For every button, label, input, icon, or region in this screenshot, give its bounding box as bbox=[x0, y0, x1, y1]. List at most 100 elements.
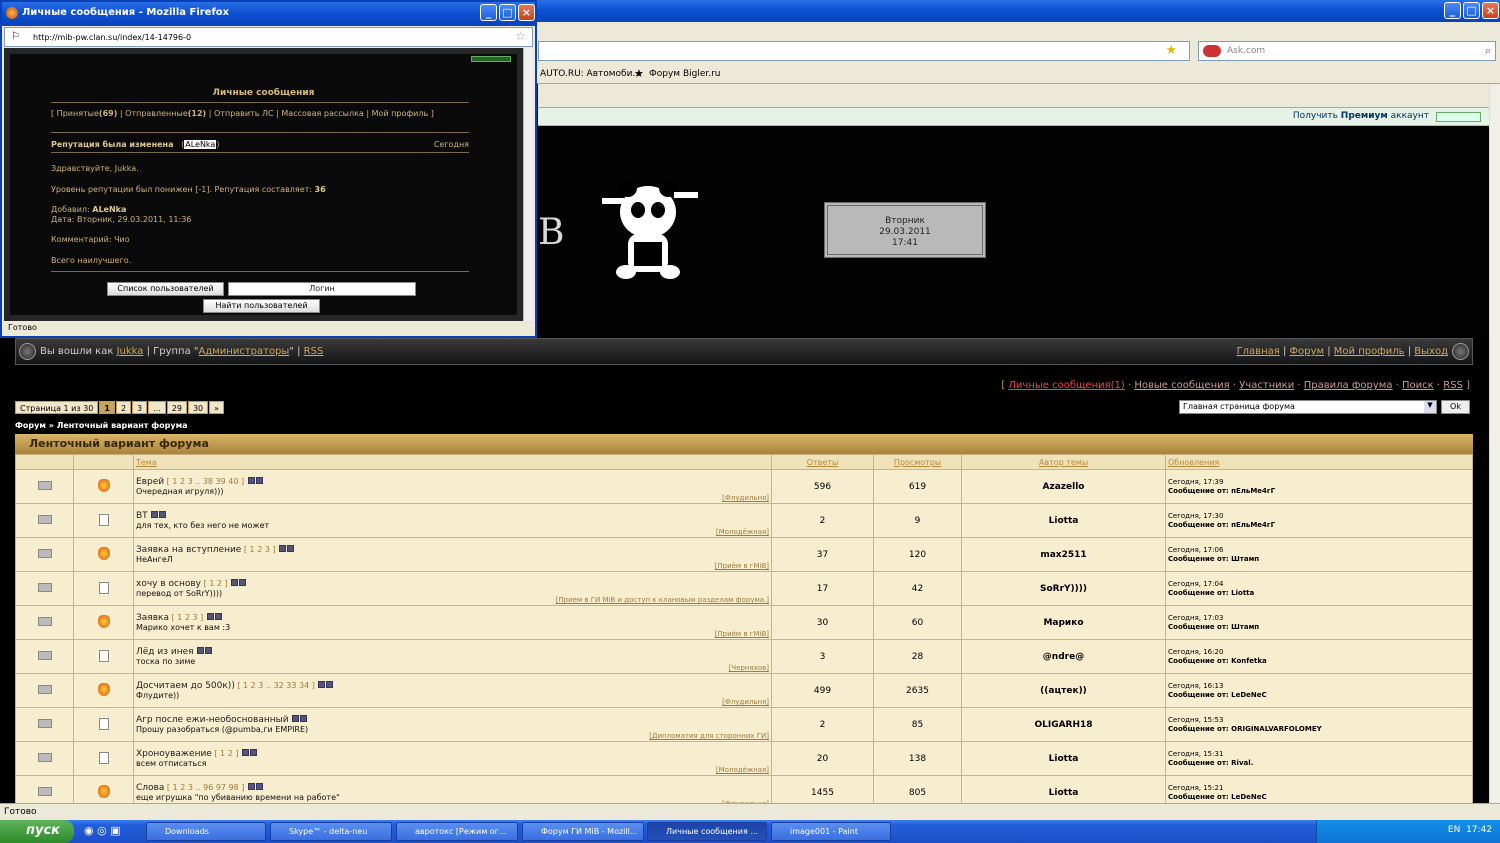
col-topic[interactable]: Тема bbox=[133, 454, 772, 470]
mail-icon[interactable] bbox=[37, 685, 52, 694]
mini-action-icon[interactable] bbox=[214, 613, 222, 620]
user-list-button[interactable]: Список пользователей bbox=[107, 282, 224, 296]
popup-address-bar[interactable]: ⚐ http://mib-pw.clan.su/index/14-14796-0… bbox=[4, 27, 533, 47]
chevron-down-icon[interactable]: ▼ bbox=[1424, 401, 1436, 413]
taskbar-task[interactable]: Личные сообщения ... bbox=[647, 822, 767, 841]
bookmark-autoru[interactable]: AUTO.RU: Автомоби... bbox=[540, 69, 641, 79]
topic-pages[interactable]: [ 1 2 ] bbox=[214, 749, 238, 758]
group-link[interactable]: Администраторы bbox=[198, 346, 289, 357]
members-link[interactable]: Участники bbox=[1239, 380, 1294, 391]
forum-link[interactable]: Форум bbox=[1290, 346, 1325, 357]
premium-slider[interactable] bbox=[1436, 112, 1481, 122]
mini-action-icon[interactable] bbox=[206, 613, 214, 620]
topic-title[interactable]: Заявка bbox=[136, 613, 169, 623]
mail-icon[interactable] bbox=[37, 719, 52, 728]
pm-added-user[interactable]: ALeNka bbox=[92, 205, 126, 214]
page-link[interactable]: 29 bbox=[166, 401, 187, 414]
mail-icon[interactable] bbox=[37, 549, 52, 558]
author-cell[interactable]: Liotta bbox=[961, 741, 1166, 776]
topic-subforum[interactable]: [Флудильня] bbox=[722, 494, 769, 502]
topic-pages[interactable]: [ 1 2 3 ] bbox=[244, 545, 276, 554]
sent-link[interactable]: Отправленные(12) bbox=[125, 109, 206, 118]
topic-pages[interactable]: [ 1 2 3 .. 96 97 98 ] bbox=[167, 783, 244, 792]
pm-sender[interactable]: ALeNka bbox=[184, 140, 217, 149]
page-scrollbar[interactable] bbox=[1489, 85, 1500, 803]
mini-action-icon[interactable] bbox=[300, 715, 308, 722]
popup-titlebar[interactable]: Личные сообщения - Mozilla Firefox _ □ × bbox=[2, 2, 535, 26]
mini-action-icon[interactable] bbox=[318, 681, 326, 688]
search-input[interactable]: Ask.com ⌕ bbox=[1198, 41, 1496, 61]
taskbar-task[interactable]: авротокс [Режим ог... bbox=[396, 822, 518, 841]
topic-subforum[interactable]: [Дипломатия для сторонних ГИ] bbox=[649, 732, 769, 740]
new-messages-link[interactable]: Новые сообщения bbox=[1134, 380, 1229, 391]
last-post-author[interactable]: Сообщение от: Штамп bbox=[1168, 623, 1472, 632]
mini-action-icon[interactable] bbox=[159, 511, 167, 518]
mini-action-icon[interactable] bbox=[242, 749, 249, 756]
my-profile-link[interactable]: Мой профиль bbox=[1334, 346, 1405, 357]
mail-icon[interactable] bbox=[37, 753, 52, 762]
bookmark-bigler[interactable]: Форум Bigler.ru bbox=[649, 69, 721, 79]
mini-action-icon[interactable] bbox=[255, 477, 263, 484]
maximize-button[interactable]: □ bbox=[1463, 2, 1480, 19]
topic-title[interactable]: Слова bbox=[136, 783, 164, 793]
mini-action-icon[interactable] bbox=[279, 545, 287, 552]
mini-action-icon[interactable] bbox=[250, 749, 257, 756]
topic-subforum[interactable]: [Молодёжная] bbox=[716, 766, 769, 774]
send-pm-link[interactable]: Отправить ЛС bbox=[214, 109, 274, 118]
topic-pages[interactable]: [ 1 2 3 .. 32 33 34 ] bbox=[237, 681, 314, 690]
author-cell[interactable]: ((ацтек)) bbox=[961, 673, 1166, 708]
find-users-button[interactable]: Найти пользователей bbox=[203, 299, 320, 313]
popup-maximize-button[interactable]: □ bbox=[499, 4, 516, 21]
last-post-author[interactable]: Сообщение от: ORIGINALVARFOLOMEY bbox=[1168, 725, 1472, 734]
author-cell[interactable]: SoRrY)))) bbox=[961, 571, 1166, 606]
mini-action-icon[interactable] bbox=[151, 511, 159, 518]
popup-minimize-button[interactable]: _ bbox=[480, 4, 497, 21]
mini-action-icon[interactable] bbox=[247, 477, 255, 484]
quick-launch-icons[interactable]: ◉ ◎ ▣ bbox=[84, 824, 140, 839]
last-post-author[interactable]: Сообщение от: LeDeNeC bbox=[1168, 793, 1472, 802]
taskbar-task[interactable]: Форум ГИ MiB - Mozill... bbox=[522, 822, 644, 841]
last-post-author[interactable]: Сообщение от: LeDeNeC bbox=[1168, 691, 1472, 700]
pm-profile-link[interactable]: Мой профиль bbox=[372, 109, 429, 118]
author-cell[interactable]: Azazello bbox=[961, 469, 1166, 504]
col-views[interactable]: Просмотры bbox=[873, 454, 962, 470]
start-button[interactable]: пуск bbox=[0, 820, 74, 843]
close-button[interactable]: × bbox=[1482, 2, 1499, 19]
bookmark-star-icon[interactable]: ★ bbox=[1165, 43, 1177, 58]
site-identity-icon[interactable]: ⚐ bbox=[11, 31, 20, 42]
taskbar-task[interactable]: Skype™ - delta-neu bbox=[270, 822, 392, 841]
private-messages-link[interactable]: Личные сообщения(1) bbox=[1008, 380, 1124, 391]
col-updates[interactable]: Обновления bbox=[1165, 454, 1473, 470]
last-post-author[interactable]: Сообщение от: Liotta bbox=[1168, 589, 1472, 598]
mini-action-icon[interactable] bbox=[255, 783, 263, 790]
breadcrumb-root[interactable]: Форум bbox=[15, 421, 46, 430]
search-icon[interactable]: ⌕ bbox=[1485, 44, 1491, 58]
mini-action-icon[interactable] bbox=[247, 783, 255, 790]
last-post-author[interactable]: Сообщение от: Штамп bbox=[1168, 555, 1472, 564]
address-bar[interactable]: ★ bbox=[538, 41, 1190, 61]
topic-pages[interactable]: [ 1 2 3 .. 38 39 40 ] bbox=[167, 477, 244, 486]
bookmark-star-icon[interactable]: ☆ bbox=[515, 29, 526, 43]
language-indicator[interactable]: EN bbox=[1448, 825, 1460, 835]
login-input[interactable]: Логин bbox=[228, 282, 416, 296]
received-link[interactable]: Принятые(69) bbox=[57, 109, 118, 118]
topic-subforum[interactable]: [Флудильня] bbox=[722, 698, 769, 706]
mini-action-icon[interactable] bbox=[287, 545, 295, 552]
topic-title[interactable]: Лёд из инея bbox=[136, 647, 194, 657]
author-cell[interactable]: max2511 bbox=[961, 537, 1166, 572]
col-replies[interactable]: Ответы bbox=[771, 454, 874, 470]
topic-title[interactable]: ВТ bbox=[136, 511, 148, 521]
mini-action-icon[interactable] bbox=[239, 579, 247, 586]
taskbar-task[interactable]: image001 - Paint bbox=[771, 822, 891, 841]
forum-jump-ok-button[interactable]: Ok bbox=[1441, 400, 1470, 414]
col-author[interactable]: Автор темы bbox=[961, 454, 1166, 470]
mini-action-icon[interactable] bbox=[326, 681, 334, 688]
mass-mail-link[interactable]: Массовая рассылка bbox=[281, 109, 363, 118]
page-link[interactable]: 2 bbox=[115, 401, 132, 414]
rss-feed-link[interactable]: RSS bbox=[1443, 380, 1463, 391]
last-post-author[interactable]: Сообщение от: пЕльМе4гГ bbox=[1168, 521, 1472, 530]
topic-title[interactable]: хочу в основу bbox=[136, 579, 201, 589]
mail-icon[interactable] bbox=[37, 787, 52, 796]
rules-link[interactable]: Правила форума bbox=[1304, 380, 1393, 391]
topic-subforum[interactable]: [Приём в гМiB] bbox=[715, 562, 769, 570]
